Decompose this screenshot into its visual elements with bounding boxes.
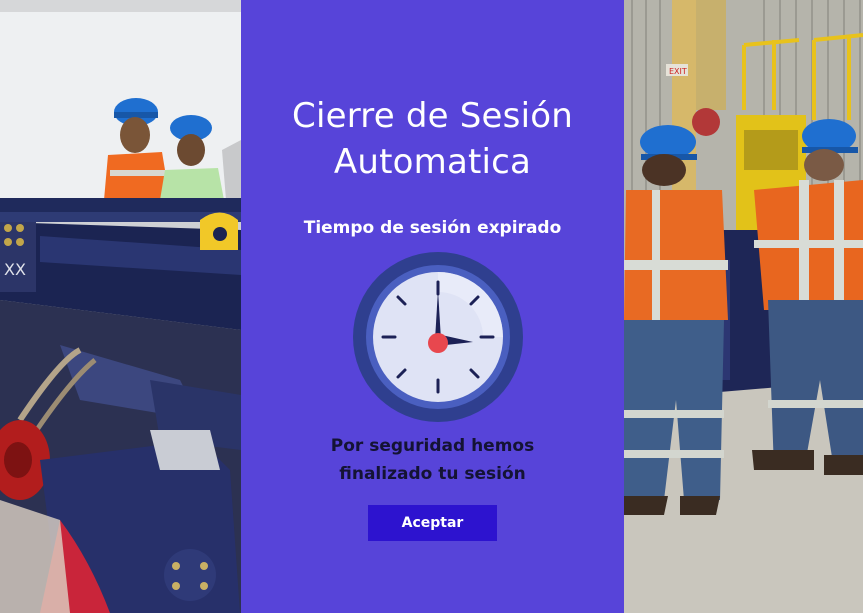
title-line-2: Automatica xyxy=(333,142,532,182)
session-timeout-panel: Cierre de Sesión Automatica Tiempo de se… xyxy=(241,0,624,613)
background-photo-right: EXIT xyxy=(624,0,863,613)
clock-icon xyxy=(353,252,523,422)
background-photo-left: XX xyxy=(0,0,241,613)
svg-text:XX: XX xyxy=(4,260,26,279)
session-timeout-screen: XX EXIT Cierre de Sesión Automatica Tiem… xyxy=(0,0,863,613)
message-line-2: finalizado tu sesión xyxy=(339,464,526,484)
accept-button[interactable]: Aceptar xyxy=(368,505,497,541)
industrial-machinery-image-left: XX xyxy=(0,0,241,613)
svg-text:EXIT: EXIT xyxy=(669,67,687,76)
industrial-workers-image-right: EXIT xyxy=(624,0,863,613)
security-logout-message: Por seguridad hemos finalizado tu sesión xyxy=(281,432,584,488)
message-line-1: Por seguridad hemos xyxy=(330,436,535,456)
title-line-1: Cierre de Sesión xyxy=(292,96,573,136)
session-expired-subtitle: Tiempo de sesión expirado xyxy=(303,218,562,238)
page-title: Cierre de Sesión Automatica xyxy=(241,93,624,185)
